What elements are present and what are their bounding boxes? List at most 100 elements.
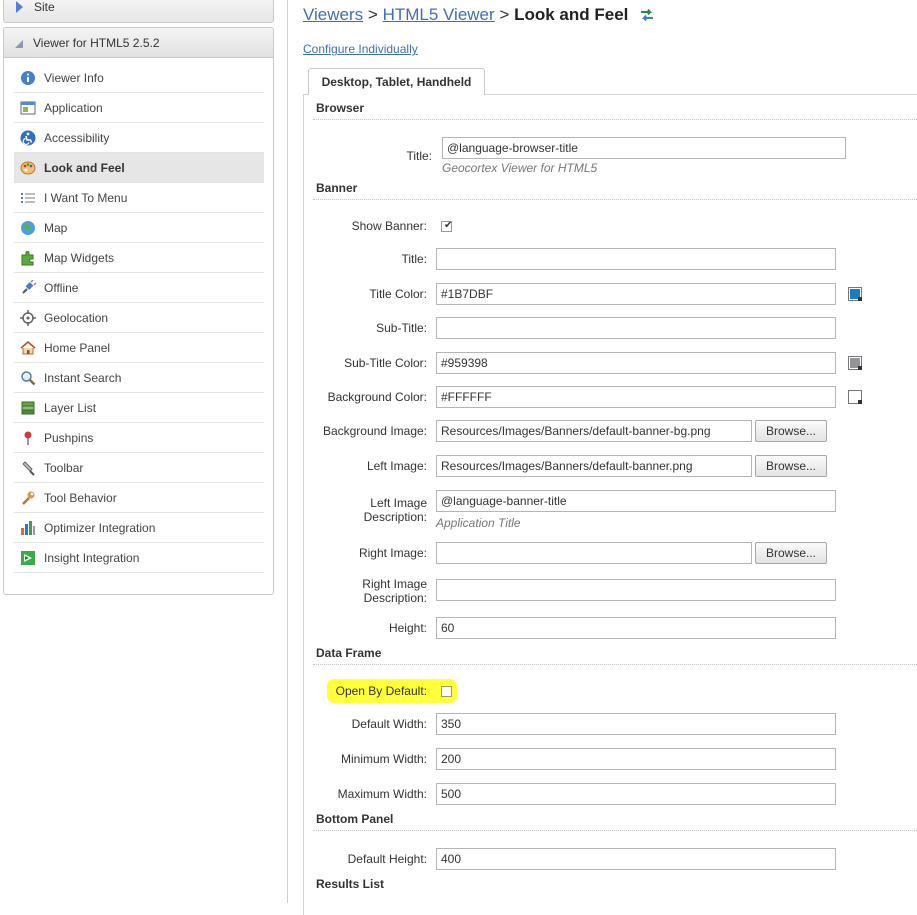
subtitle-color-picker-icon[interactable] <box>848 356 862 370</box>
banner-height-input[interactable] <box>436 617 836 639</box>
sidebar-item-accessibility[interactable]: Accessibility <box>14 123 264 153</box>
sidebar-item-label: Application <box>44 101 103 115</box>
viewer-nav-list: Viewer Info Application Accessibility Look … <box>14 63 264 573</box>
configure-individually-link[interactable]: Configure Individually <box>303 42 418 56</box>
right-image-description-input[interactable] <box>436 579 836 601</box>
viewer-nav-title: Viewer for HTML5 2.5.2 <box>33 36 160 50</box>
page-title: Look and Feel <box>514 5 629 24</box>
left-image-label: Left Image: <box>366 459 427 473</box>
sidebar-item-label: Insight Integration <box>44 551 140 565</box>
sidebar-item-look-and-feel[interactable]: Look and Feel <box>14 153 264 183</box>
sidebar-item-label: Accessibility <box>44 131 110 145</box>
default-width-input[interactable] <box>436 713 836 735</box>
sidebar-item-pushpins[interactable]: Pushpins <box>14 423 264 453</box>
viewer-nav-header[interactable]: Viewer for HTML5 2.5.2 <box>4 28 273 58</box>
left-image-input[interactable] <box>436 455 752 477</box>
subtitle-input[interactable] <box>436 317 836 339</box>
layers-icon <box>20 400 36 416</box>
sidebar-item-label: Look and Feel <box>44 161 125 175</box>
breadcrumb-html5-viewer-link[interactable]: HTML5 Viewer <box>383 5 495 24</box>
default-width-label: Default Width: <box>351 717 427 731</box>
sidebar-item-tool-behavior[interactable]: Tool Behavior <box>14 483 264 513</box>
sidebar-item-insight-integration[interactable]: Insight Integration <box>14 543 264 573</box>
background-color-label: Background Color: <box>327 390 427 404</box>
sidebar-item-toolbar[interactable]: Toolbar <box>14 453 264 483</box>
section-divider <box>313 664 917 665</box>
breadcrumb-separator: > <box>499 5 510 24</box>
sidebar-item-instant-search[interactable]: Instant Search <box>14 363 264 393</box>
sidebar-item-i-want-to-menu[interactable]: I Want To Menu <box>14 183 264 213</box>
left-image-description-label-line2: Description: <box>363 510 427 524</box>
section-divider <box>313 119 917 120</box>
site-label: Site <box>34 0 55 14</box>
pushpin-icon <box>20 430 36 446</box>
title-color-picker-icon[interactable] <box>848 287 862 301</box>
background-image-browse-button[interactable]: Browse... <box>755 420 827 442</box>
sidebar-item-map[interactable]: Map <box>14 213 264 243</box>
sidebar-item-map-widgets[interactable]: Map Widgets <box>14 243 264 273</box>
bar-chart-icon <box>20 520 36 536</box>
sidebar-item-label: Toolbar <box>44 461 84 475</box>
panel-divider <box>287 0 288 903</box>
collapse-arrow-icon[interactable] <box>15 40 23 48</box>
right-image-description-label-line1: Right Image <box>362 577 427 591</box>
sidebar-item-label: Offline <box>44 281 79 295</box>
left-image-description-label-line1: Left Image <box>370 496 427 510</box>
open-by-default-label: Open By Default: <box>335 684 427 698</box>
sidebar-item-layer-list[interactable]: Layer List <box>14 393 264 423</box>
browser-title-input[interactable] <box>442 137 846 159</box>
background-color-picker-icon[interactable] <box>848 390 862 404</box>
sidebar-item-label: Viewer Info <box>44 71 104 85</box>
title-color-input[interactable] <box>436 283 836 305</box>
background-color-input[interactable] <box>436 386 836 408</box>
sidebar-item-optimizer-integration[interactable]: Optimizer Integration <box>14 513 264 543</box>
section-data-frame: Data Frame <box>316 646 382 660</box>
expand-arrow-icon[interactable] <box>16 1 23 13</box>
puzzle-icon <box>20 250 36 266</box>
background-image-input[interactable] <box>436 420 752 442</box>
sidebar-item-geolocation[interactable]: Geolocation <box>14 303 264 333</box>
section-results-list: Results List <box>316 877 385 891</box>
left-image-description-hint: Application Title <box>436 516 521 530</box>
background-image-label: Background Image: <box>322 424 427 438</box>
maximum-width-input[interactable] <box>436 783 836 805</box>
open-by-default-checkbox[interactable] <box>441 686 452 697</box>
banner-title-label: Title: <box>401 252 427 266</box>
sidebar-item-offline[interactable]: Offline <box>14 273 264 303</box>
left-image-description-input[interactable] <box>436 490 836 512</box>
subtitle-color-input[interactable] <box>436 352 836 374</box>
info-icon <box>20 70 36 86</box>
tab-desktop-tablet-handheld[interactable]: Desktop, Tablet, Handheld <box>308 68 485 95</box>
minimum-width-label: Minimum Width: <box>340 752 427 766</box>
swap-arrows-icon[interactable] <box>639 7 655 27</box>
left-image-browse-button[interactable]: Browse... <box>755 455 827 477</box>
sidebar: Site Viewer for HTML5 2.5.2 Viewer Info A… <box>3 0 274 595</box>
banner-title-input[interactable] <box>436 248 836 270</box>
section-browser: Browser <box>316 101 365 115</box>
right-image-browse-button[interactable]: Browse... <box>755 542 827 564</box>
right-image-input[interactable] <box>436 542 752 564</box>
breadcrumb-viewers-link[interactable]: Viewers <box>303 5 363 24</box>
sidebar-item-home-panel[interactable]: Home Panel <box>14 333 264 363</box>
right-image-label: Right Image: <box>358 546 427 560</box>
default-height-input[interactable] <box>436 848 836 870</box>
wrench-icon <box>20 490 36 506</box>
sidebar-item-viewer-info[interactable]: Viewer Info <box>14 63 264 93</box>
subtitle-label: Sub-Title: <box>376 321 427 335</box>
right-image-description-label-line2: Description: <box>363 591 427 605</box>
crosshair-icon <box>20 310 36 326</box>
site-node[interactable]: Site <box>3 0 274 23</box>
section-banner: Banner <box>316 181 358 195</box>
banner-height-label: Height: <box>388 621 427 635</box>
sidebar-item-application[interactable]: Application <box>14 93 264 123</box>
minimum-width-input[interactable] <box>436 748 836 770</box>
insight-icon <box>20 550 36 566</box>
toolbar-icon <box>20 460 36 476</box>
maximum-width-label: Maximum Width: <box>337 787 427 801</box>
sidebar-item-label: Tool Behavior <box>44 491 117 505</box>
show-banner-checkbox[interactable]: ✔ <box>441 220 452 232</box>
sidebar-item-label: Home Panel <box>44 341 111 355</box>
default-height-label: Default Height: <box>347 852 427 866</box>
right-image-description-label: Right Image Description: <box>300 577 427 605</box>
plug-icon <box>20 279 37 296</box>
